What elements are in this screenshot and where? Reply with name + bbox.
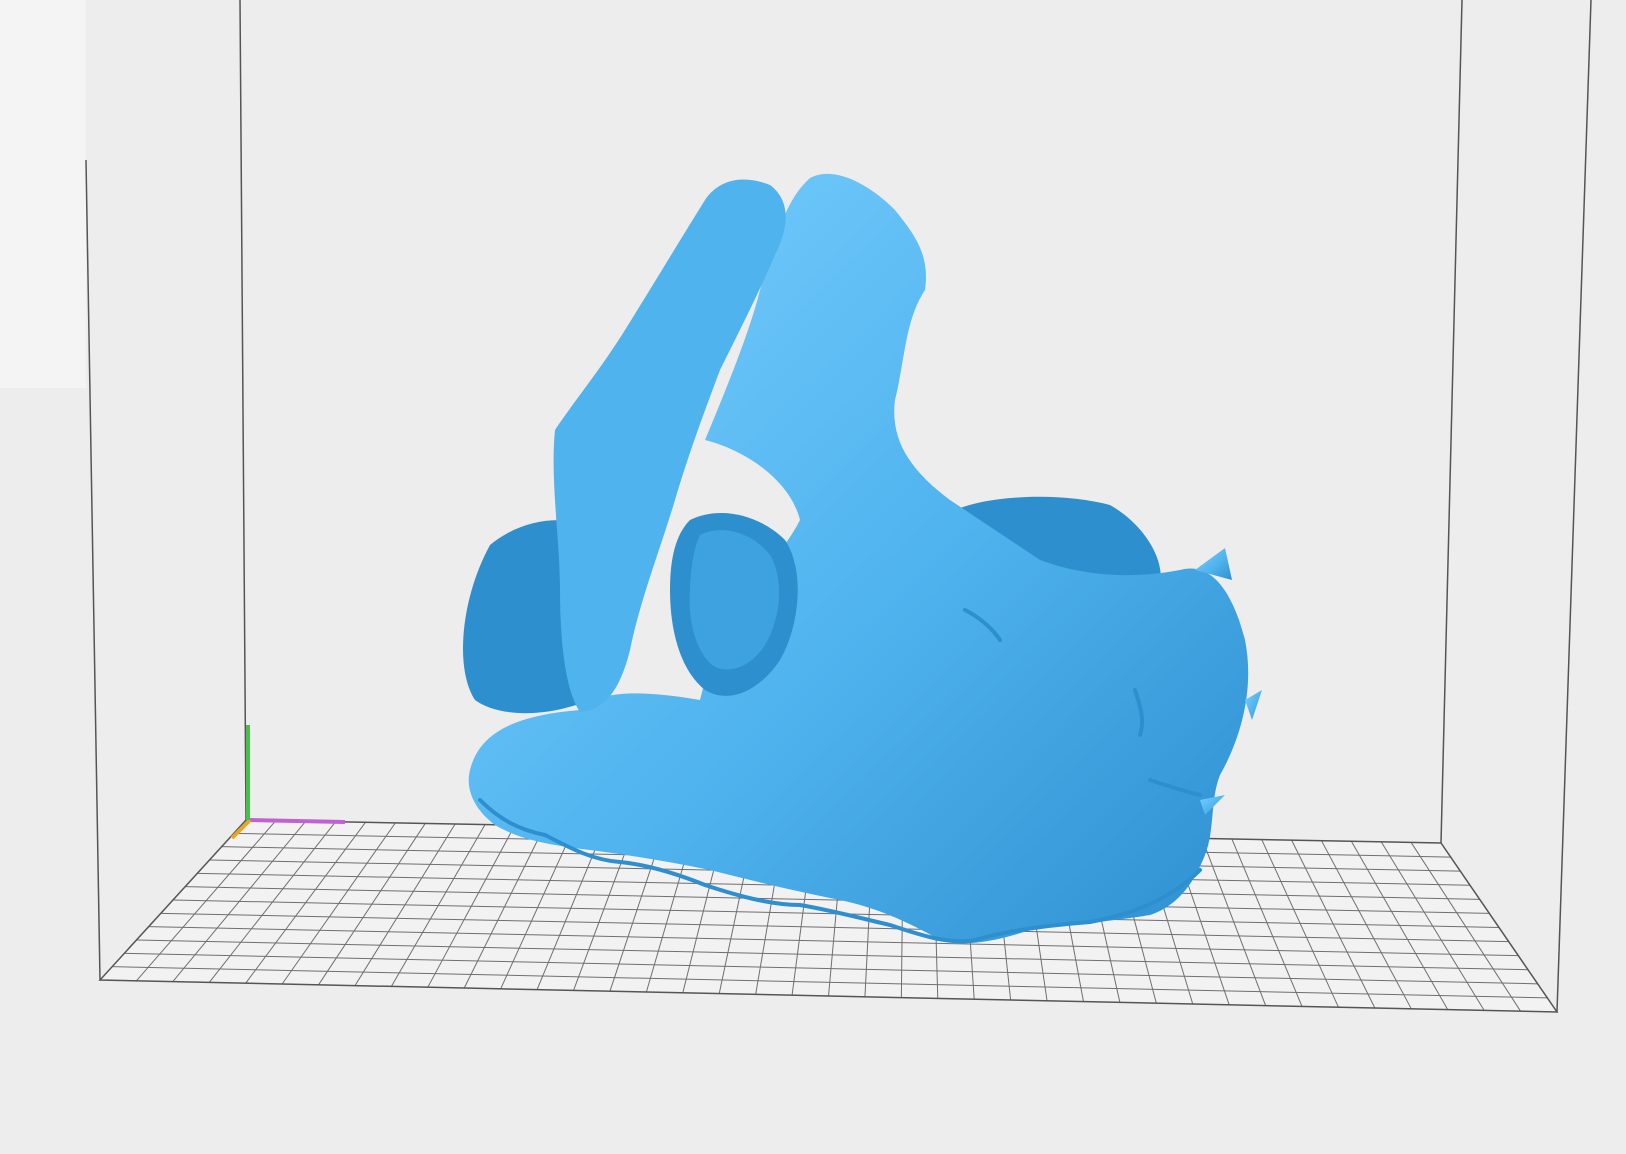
3d-viewport[interactable] <box>0 0 1626 1154</box>
x-axis-indicator <box>249 818 346 824</box>
viewport-background-corner <box>0 0 86 388</box>
3d-scene[interactable] <box>0 0 1626 1154</box>
